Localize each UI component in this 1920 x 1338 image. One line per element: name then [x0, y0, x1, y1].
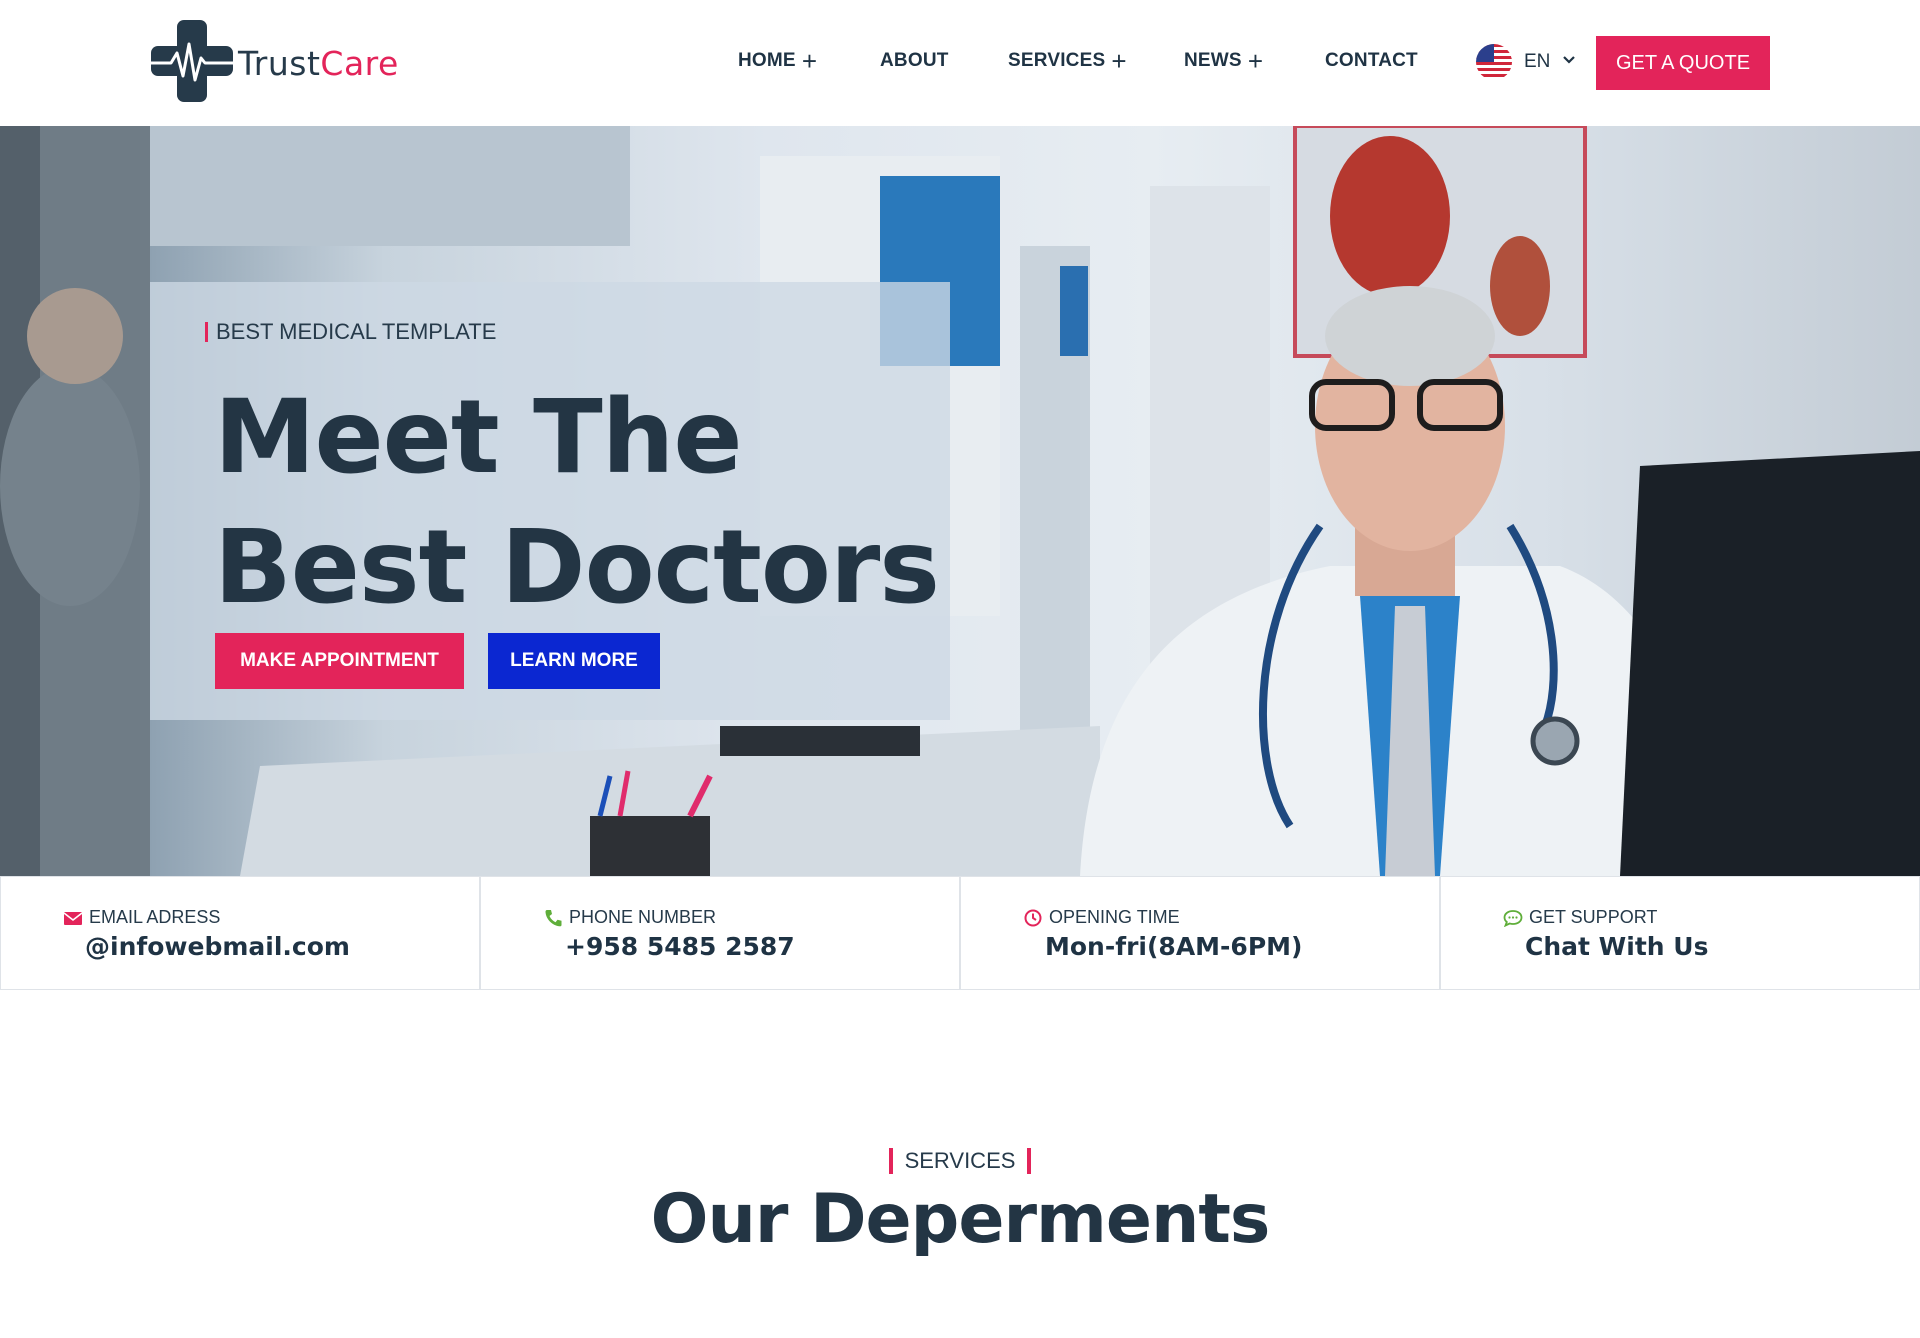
brand-name: TrustCare: [238, 43, 399, 83]
nav-item-home[interactable]: HOME +: [738, 45, 818, 76]
info-email: EMAIL ADRESS @infowebmail.com: [0, 876, 480, 990]
nav-label: HOME: [738, 50, 796, 71]
accent-bar: [1027, 1148, 1032, 1174]
info-value[interactable]: Chat With Us: [1525, 932, 1708, 961]
hero-eyebrow: BEST MEDICAL TEMPLATE: [205, 319, 496, 345]
nav-label: NEWS: [1184, 50, 1242, 71]
plus-icon: +: [1247, 45, 1264, 76]
envelope-icon: [63, 911, 83, 925]
contact-info-strip: EMAIL ADRESS @infowebmail.com PHONE NUMB…: [0, 876, 1920, 990]
learn-more-button[interactable]: LEARN MORE: [488, 633, 660, 689]
info-label: GET SUPPORT: [1503, 907, 1657, 928]
info-opening-time: OPENING TIME Mon-fri(8AM-6PM): [960, 876, 1440, 990]
nav-label: ABOUT: [880, 50, 949, 71]
info-phone: PHONE NUMBER +958 5485 2587: [480, 876, 960, 990]
nav-label: CONTACT: [1325, 50, 1418, 71]
nav-item-news[interactable]: NEWS +: [1184, 45, 1264, 76]
get-quote-button[interactable]: GET A QUOTE: [1596, 36, 1770, 90]
nav-item-services[interactable]: SERVICES +: [1008, 45, 1127, 76]
hero-title-line2: Best Doctors: [214, 508, 940, 627]
info-value[interactable]: @infowebmail.com: [85, 932, 350, 961]
medical-cross-heartbeat-icon: [149, 18, 235, 109]
site-header: TrustCare HOME + ABOUT SERVICES + NEWS +…: [0, 0, 1920, 126]
language-selector[interactable]: EN: [1476, 44, 1576, 80]
info-label: OPENING TIME: [1023, 907, 1180, 928]
hero-title: Meet The Best Doctors: [214, 373, 940, 633]
chevron-down-icon: [1550, 53, 1576, 72]
accent-bar: [205, 322, 208, 342]
make-appointment-button[interactable]: MAKE APPOINTMENT: [215, 633, 464, 689]
hero-eyebrow-text: BEST MEDICAL TEMPLATE: [216, 319, 497, 344]
language-code: EN: [1524, 51, 1551, 72]
services-eyebrow-text: SERVICES: [904, 1148, 1016, 1173]
hero-section: BEST MEDICAL TEMPLATE Meet The Best Doct…: [0, 126, 1920, 876]
info-support: GET SUPPORT Chat With Us: [1440, 876, 1920, 990]
info-value[interactable]: +958 5485 2587: [565, 932, 795, 961]
info-value: Mon-fri(8AM-6PM): [1045, 932, 1303, 961]
services-title: Our Deperments: [650, 1180, 1271, 1259]
info-label: EMAIL ADRESS: [63, 907, 220, 928]
us-flag-icon: [1476, 44, 1512, 80]
brand-logo[interactable]: TrustCare: [149, 18, 399, 109]
services-eyebrow: SERVICES: [0, 1148, 1920, 1174]
nav-item-about[interactable]: ABOUT: [880, 50, 949, 72]
info-label: PHONE NUMBER: [543, 907, 716, 928]
plus-icon: +: [801, 45, 818, 76]
nav-label: SERVICES: [1008, 50, 1106, 71]
accent-bar: [888, 1148, 893, 1174]
phone-icon: [545, 909, 562, 926]
hero-title-line1: Meet The: [214, 378, 742, 497]
clock-icon: [1024, 909, 1042, 926]
plus-icon: +: [1111, 45, 1127, 76]
nav-item-contact[interactable]: CONTACT: [1325, 50, 1418, 72]
chat-icon: [1503, 909, 1523, 927]
